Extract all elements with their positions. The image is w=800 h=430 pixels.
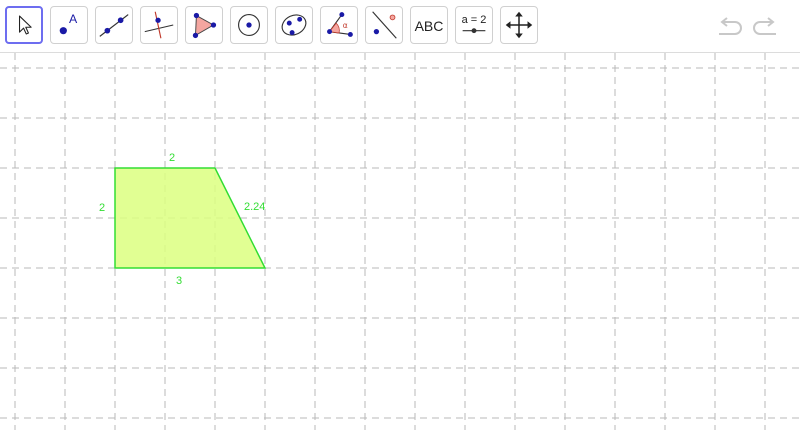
undo-icon (719, 17, 742, 35)
angle-icon: α (327, 12, 353, 37)
redo-button[interactable] (752, 14, 780, 40)
redo-icon (753, 17, 776, 35)
move-graphics-view-tool-button[interactable] (500, 6, 538, 44)
line-tool-button[interactable] (95, 6, 133, 44)
side-label-bottom[interactable]: 3 (176, 275, 182, 287)
polygon-icon (192, 12, 217, 39)
side-label-top[interactable]: 2 (169, 152, 175, 164)
text-tool-button[interactable]: ABC (410, 6, 448, 44)
angle-symbol-text: α (343, 21, 348, 30)
angle-tool-button[interactable]: α (320, 6, 358, 44)
move-view-arrows-icon (505, 11, 533, 39)
line-through-two-points-icon (99, 14, 129, 37)
circle-with-center-icon (238, 14, 260, 36)
reflect-about-line-icon (372, 11, 397, 39)
toolbar: A α ABC a = 2 (0, 0, 800, 53)
polygon-tool-button[interactable] (185, 6, 223, 44)
circle-tool-button[interactable] (230, 6, 268, 44)
slider-tool-button[interactable]: a = 2 (455, 6, 493, 44)
move-tool-button[interactable] (5, 6, 43, 44)
side-label-left[interactable]: 2 (99, 202, 105, 214)
graphics-view[interactable]: 2 2 2.24 3 (0, 53, 800, 430)
undo-button[interactable] (715, 14, 743, 40)
reflect-tool-button[interactable] (365, 6, 403, 44)
point-label-text: A (69, 12, 78, 26)
ellipse-icon (281, 14, 307, 36)
slider-icon (462, 28, 486, 34)
point-with-label-icon: A (59, 12, 78, 35)
side-label-slant[interactable]: 2.24 (244, 201, 265, 213)
point-tool-button[interactable]: A (50, 6, 88, 44)
perpendicular-line-tool-button[interactable] (140, 6, 178, 44)
perpendicular-line-icon (144, 11, 174, 39)
cursor-arrow-icon (18, 15, 32, 35)
text-icon: ABC (414, 18, 444, 34)
ellipse-tool-button[interactable] (275, 6, 313, 44)
